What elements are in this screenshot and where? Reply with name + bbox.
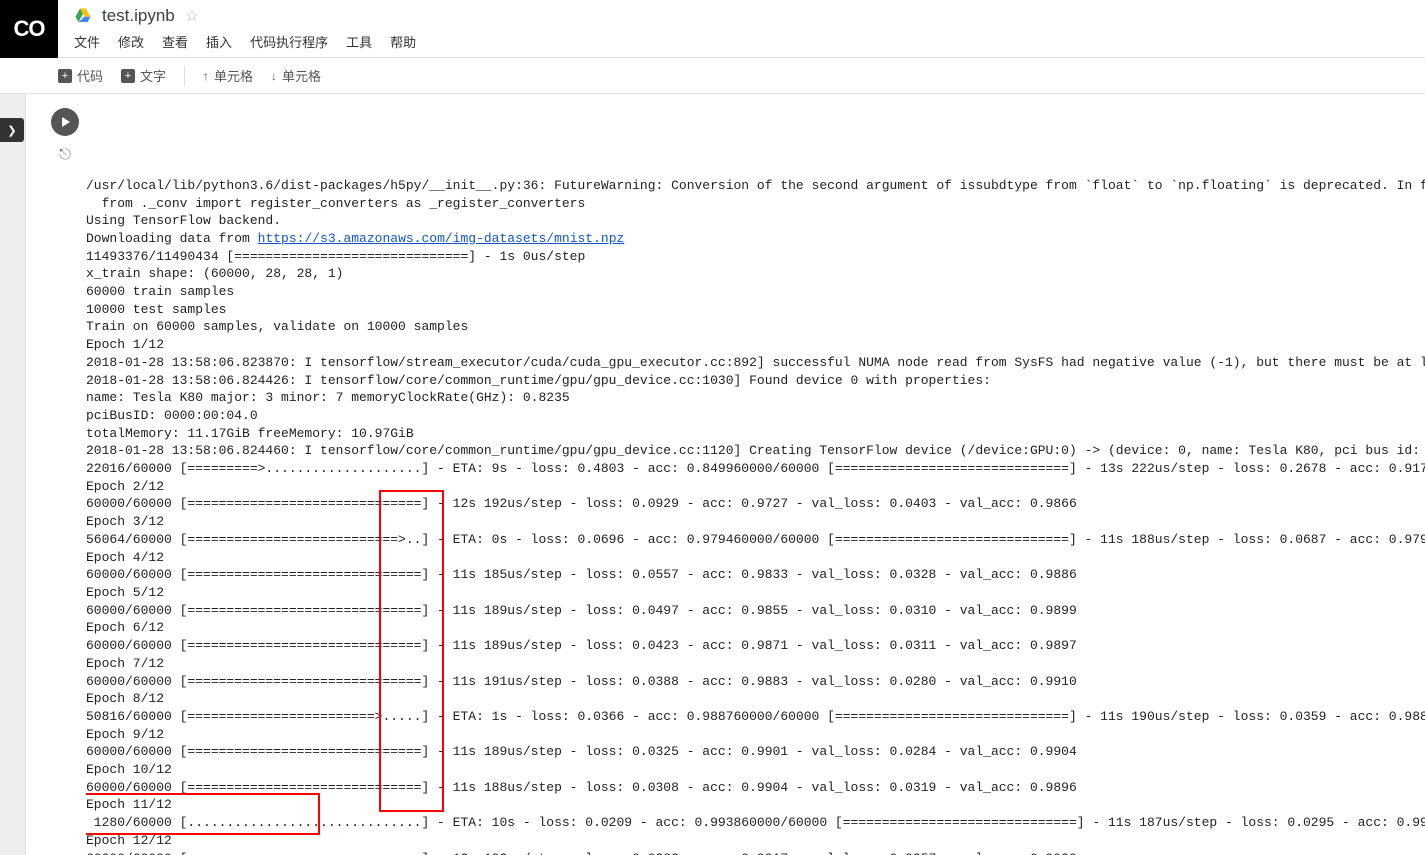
- cell-down-label: 单元格: [282, 66, 321, 85]
- output-line: Epoch 3/12: [86, 513, 1425, 531]
- output-line: 60000/60000 [===========================…: [86, 602, 1425, 620]
- cell-link-icon[interactable]: ⎋: [59, 146, 71, 163]
- toolbar-separator: [184, 66, 185, 86]
- output-line: 2018-01-28 13:58:06.823870: I tensorflow…: [86, 354, 1425, 372]
- output-line: Epoch 9/12: [86, 726, 1425, 744]
- left-gutter: ❯: [0, 94, 26, 855]
- colab-logo: CO: [0, 0, 58, 58]
- output-line: 60000/60000 [===========================…: [86, 779, 1425, 797]
- output-line: 50816/60000 [========================>..…: [86, 708, 1425, 726]
- output-line: 60000 train samples: [86, 283, 1425, 301]
- output-line: totalMemory: 11.17GiB freeMemory: 10.97G…: [86, 425, 1425, 443]
- cell-controls: ⎋: [44, 106, 86, 855]
- output-line: Epoch 6/12: [86, 619, 1425, 637]
- play-icon: [62, 117, 70, 127]
- output-line: 60000/60000 [===========================…: [86, 673, 1425, 691]
- star-icon[interactable]: ☆: [185, 6, 199, 26]
- run-cell-button[interactable]: [51, 108, 79, 136]
- cell-up-label: 单元格: [214, 66, 253, 85]
- add-code-label: 代码: [77, 66, 103, 85]
- cell-output: /usr/local/lib/python3.6/dist-packages/h…: [86, 106, 1425, 855]
- toolbar: + 代码 + 文字 ↑ 单元格 ↓ 单元格: [0, 58, 1425, 94]
- output-line: 1280/60000 [............................…: [86, 814, 1425, 832]
- output-line: 60000/60000 [===========================…: [86, 743, 1425, 761]
- menu-runtime[interactable]: 代码执行程序: [250, 32, 328, 51]
- main: ❯ ⎋ /usr/local/lib/python3.6/dist-packag…: [0, 94, 1425, 855]
- output-line: from ._conv import register_converters a…: [86, 195, 1425, 213]
- output-line: 10000 test samples: [86, 301, 1425, 319]
- output-line: Epoch 1/12: [86, 336, 1425, 354]
- cell-down-button[interactable]: ↓ 单元格: [271, 66, 321, 85]
- output-line: 2018-01-28 13:58:06.824426: I tensorflow…: [86, 372, 1425, 390]
- output-line: x_train shape: (60000, 28, 28, 1): [86, 265, 1425, 283]
- output-line: Downloading data from https://s3.amazona…: [86, 230, 1425, 248]
- output-line: 60000/60000 [===========================…: [86, 495, 1425, 513]
- output-line: 60000/60000 [===========================…: [86, 637, 1425, 655]
- menu-view[interactable]: 查看: [162, 32, 188, 51]
- output-line: Epoch 10/12: [86, 761, 1425, 779]
- output-line: 2018-01-28 13:58:06.824460: I tensorflow…: [86, 442, 1425, 460]
- output-line: name: Tesla K80 major: 3 minor: 7 memory…: [86, 389, 1425, 407]
- output-line: 22016/60000 [=========>.................…: [86, 460, 1425, 478]
- notebook-area: ⎋ /usr/local/lib/python3.6/dist-packages…: [26, 94, 1425, 855]
- output-line: 11493376/11490434 [=====================…: [86, 248, 1425, 266]
- add-code-button[interactable]: + 代码: [58, 66, 103, 85]
- output-line: Epoch 4/12: [86, 549, 1425, 567]
- output-line: 60000/60000 [===========================…: [86, 850, 1425, 855]
- plus-icon: +: [121, 69, 135, 83]
- expand-sidebar-button[interactable]: ❯: [0, 118, 24, 142]
- plus-icon: +: [58, 69, 72, 83]
- add-text-button[interactable]: + 文字: [121, 66, 166, 85]
- file-title[interactable]: test.ipynb: [102, 6, 175, 26]
- output-line: Epoch 11/12: [86, 796, 1425, 814]
- output-line: 60000/60000 [===========================…: [86, 566, 1425, 584]
- menu-edit[interactable]: 修改: [118, 32, 144, 51]
- header-content: test.ipynb ☆ 文件 修改 查看 插入 代码执行程序 工具 帮助: [58, 0, 1425, 51]
- output-line: Epoch 12/12: [86, 832, 1425, 850]
- arrow-up-icon: ↑: [203, 69, 209, 83]
- menu-help[interactable]: 帮助: [390, 32, 416, 51]
- menu-file[interactable]: 文件: [74, 32, 100, 51]
- output-line: Epoch 2/12: [86, 478, 1425, 496]
- menu-bar: 文件 修改 查看 插入 代码执行程序 工具 帮助: [74, 32, 1409, 51]
- menu-tools[interactable]: 工具: [346, 32, 372, 51]
- drive-icon: [74, 7, 92, 25]
- add-text-label: 文字: [140, 66, 166, 85]
- cell-up-button[interactable]: ↑ 单元格: [203, 66, 253, 85]
- header: CO test.ipynb ☆ 文件 修改 查看 插入 代码执行程序 工具 帮助: [0, 0, 1425, 58]
- output-line: Train on 60000 samples, validate on 1000…: [86, 318, 1425, 336]
- arrow-down-icon: ↓: [271, 69, 277, 83]
- output-line: Epoch 8/12: [86, 690, 1425, 708]
- output-line: /usr/local/lib/python3.6/dist-packages/h…: [86, 177, 1425, 195]
- output-line: Epoch 7/12: [86, 655, 1425, 673]
- output-line: 56064/60000 [===========================…: [86, 531, 1425, 549]
- output-line: Epoch 5/12: [86, 584, 1425, 602]
- menu-insert[interactable]: 插入: [206, 32, 232, 51]
- output-line: pciBusID: 0000:00:04.0: [86, 407, 1425, 425]
- output-line: Using TensorFlow backend.: [86, 212, 1425, 230]
- title-row: test.ipynb ☆: [74, 6, 1409, 26]
- dataset-link[interactable]: https://s3.amazonaws.com/img-datasets/mn…: [258, 231, 625, 246]
